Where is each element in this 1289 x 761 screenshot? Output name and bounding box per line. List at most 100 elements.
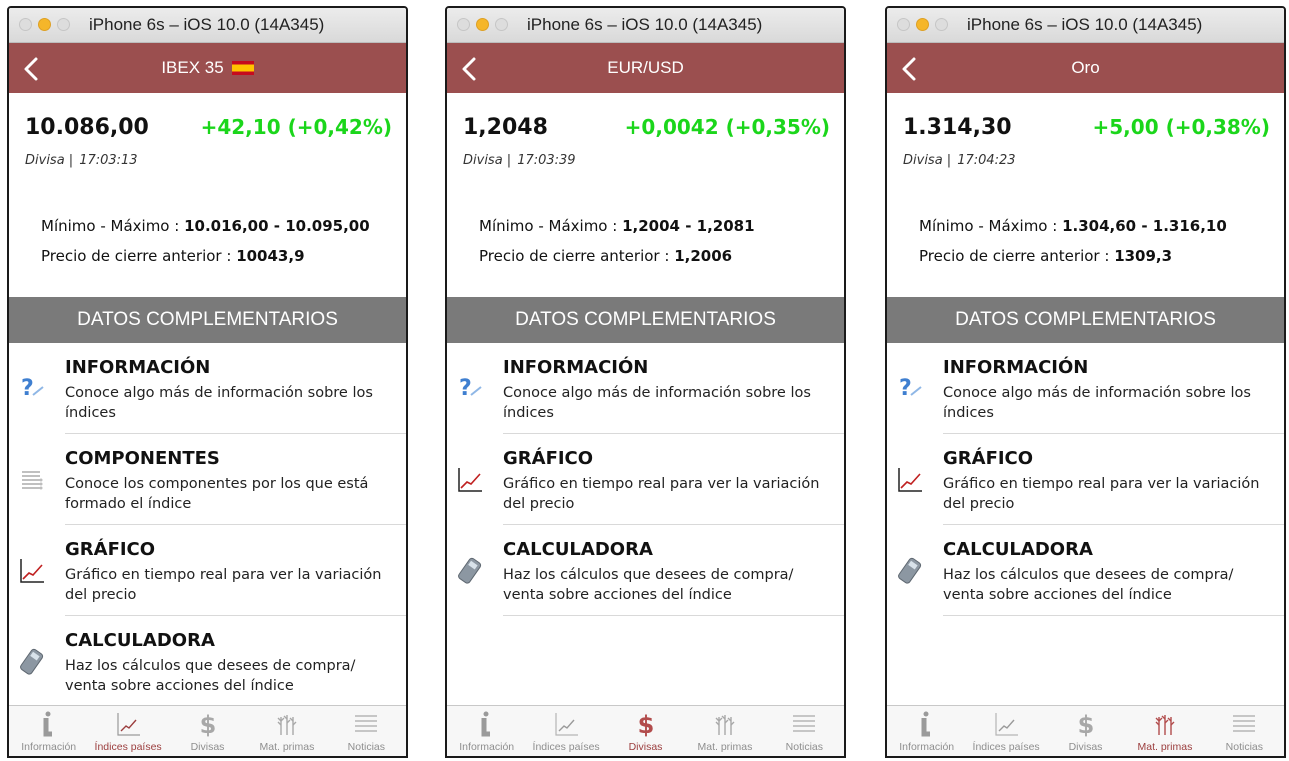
window-zoom-button[interactable] <box>935 18 948 31</box>
min-max-row: Mínimo - Máximo : 10.016,00 - 10.095,00 <box>41 217 370 235</box>
info-icon <box>481 711 490 737</box>
min-max-value: 10.016,00 - 10.095,00 <box>184 217 370 235</box>
list-item-desc: Haz los cálculos que desees de compra/ v… <box>65 658 356 694</box>
window-title: iPhone 6s – iOS 10.0 (14A345) <box>527 15 763 34</box>
previous-close-row: Precio de cierre anterior : 10043,9 <box>41 247 305 265</box>
calculator-icon <box>898 557 922 584</box>
min-max-label: Mínimo - Máximo : <box>919 217 1063 235</box>
tab-noticias[interactable]: Noticias <box>765 706 844 756</box>
tab-divisas[interactable]: $ Divisas <box>606 706 685 756</box>
price-value: 1.314,30 <box>903 115 1012 140</box>
window-minimize-button[interactable] <box>476 18 489 31</box>
previous-close-row: Precio de cierre anterior : 1309,3 <box>919 247 1172 265</box>
tab-label: Índices países <box>972 741 1040 753</box>
svg-text:$: $ <box>637 711 654 737</box>
min-max-label: Mínimo - Máximo : <box>41 217 185 235</box>
window-zoom-button[interactable] <box>57 18 70 31</box>
list-item-desc: Gráfico en tiempo real para ver la varia… <box>65 567 382 603</box>
window-close-button[interactable] <box>19 18 32 31</box>
question-icon: ? <box>459 376 482 401</box>
tab-indices-paises[interactable]: Índices países <box>966 706 1045 756</box>
svg-text:$: $ <box>1077 711 1094 737</box>
list-icon <box>22 471 43 490</box>
nav-bar: Oro <box>887 43 1284 93</box>
tab-indices-paises[interactable]: Índices países <box>526 706 605 756</box>
list-item-title: INFORMACIÓN <box>65 357 211 378</box>
list-item-informacion[interactable]: ? INFORMACIÓN Conoce algo más de informa… <box>887 343 1284 434</box>
tab-mat-primas[interactable]: Mat. primas <box>685 706 764 756</box>
tab-informacion[interactable]: Información <box>447 706 526 756</box>
list-item-desc: Conoce algo más de información sobre los… <box>65 385 373 421</box>
tab-noticias[interactable]: Noticias <box>327 706 406 756</box>
list-item-desc: Conoce los componentes por los que está … <box>65 476 369 512</box>
quote-time: 17:03:39 <box>517 153 576 168</box>
list-item-grafico[interactable]: GRÁFICO Gráfico en tiempo real para ver … <box>887 434 1284 525</box>
window-close-button[interactable] <box>897 18 910 31</box>
min-max-value: 1.304,60 - 1.316,10 <box>1062 217 1227 235</box>
tab-label: Mat. primas <box>697 741 753 753</box>
divider <box>943 615 1284 616</box>
divider <box>503 615 844 616</box>
window-zoom-button[interactable] <box>495 18 508 31</box>
window-titlebar: iPhone 6s – iOS 10.0 (14A345) <box>9 8 406 43</box>
list-item-componentes[interactable]: COMPONENTES Conoce los componentes por l… <box>9 434 406 525</box>
min-max-row: Mínimo - Máximo : 1.304,60 - 1.316,10 <box>919 217 1227 235</box>
section-header: DATOS COMPLEMENTARIOS <box>9 297 406 343</box>
spain-flag-icon <box>231 61 254 75</box>
list-item-desc: Conoce algo más de información sobre los… <box>503 385 811 421</box>
tab-noticias[interactable]: Noticias <box>1205 706 1284 756</box>
nav-title: IBEX 35 <box>9 43 406 93</box>
previous-close-label: Precio de cierre anterior : <box>919 247 1115 265</box>
list-item-calculadora[interactable]: CALCULADORA Haz los cálculos que desees … <box>447 525 844 616</box>
price-value: 10.086,00 <box>25 115 149 140</box>
list-item-calculadora[interactable]: CALCULADORA Haz los cálculos que desees … <box>887 525 1284 616</box>
list-item-grafico[interactable]: GRÁFICO Gráfico en tiempo real para ver … <box>9 525 406 616</box>
tab-indices-paises[interactable]: Índices países <box>88 706 167 756</box>
list-item-title: CALCULADORA <box>65 630 215 651</box>
list-icon <box>355 715 378 732</box>
window-minimize-button[interactable] <box>916 18 929 31</box>
previous-close-value: 1,2006 <box>674 247 733 265</box>
window-minimize-button[interactable] <box>38 18 51 31</box>
previous-close-value: 1309,3 <box>1114 247 1173 265</box>
tab-divisas[interactable]: $ Divisas <box>1046 706 1125 756</box>
tab-label: Información <box>21 741 77 753</box>
price-change: +0,0042 (+0,35%) <box>624 115 830 139</box>
list-item-title: GRÁFICO <box>65 539 156 560</box>
quote-panel: 10.086,00 +42,10 (+0,42%) Divisa | 17:03:… <box>9 93 406 297</box>
tab-informacion[interactable]: Información <box>887 706 966 756</box>
dollar-icon: $ <box>199 711 216 737</box>
tab-mat-primas[interactable]: Mat. primas <box>247 706 326 756</box>
window-close-button[interactable] <box>457 18 470 31</box>
tab-informacion[interactable]: Información <box>9 706 88 756</box>
price-value: 1,2048 <box>463 115 548 140</box>
window-title: iPhone 6s – iOS 10.0 (14A345) <box>89 15 325 34</box>
list-item-calculadora[interactable]: CALCULADORA Haz los cálculos que desees … <box>9 616 406 707</box>
previous-close-label: Precio de cierre anterior : <box>41 247 237 265</box>
list-item-grafico[interactable]: GRÁFICO Gráfico en tiempo real para ver … <box>447 434 844 525</box>
wheat-icon <box>277 715 297 735</box>
section-header: DATOS COMPLEMENTARIOS <box>887 297 1284 343</box>
chart-icon <box>995 713 1019 736</box>
quote-panel: 1,2048 +0,0042 (+0,35%) Divisa | 17:03:39… <box>447 93 844 297</box>
simulator-window-oro: iPhone 6s – iOS 10.0 (14A345) Oro 1.314,… <box>885 6 1286 758</box>
list-item-desc: Conoce algo más de información sobre los… <box>943 385 1251 421</box>
min-max-row: Mínimo - Máximo : 1,2004 - 1,2081 <box>479 217 755 235</box>
tab-label: Índices países <box>94 741 162 753</box>
list-item-informacion[interactable]: ? INFORMACIÓN Conoce algo más de informa… <box>9 343 406 434</box>
question-icon: ? <box>899 376 922 401</box>
tab-label: Divisas <box>628 741 663 753</box>
list-item-title: GRÁFICO <box>943 448 1034 469</box>
tab-mat-primas[interactable]: Mat. primas <box>1125 706 1204 756</box>
dollar-icon: $ <box>637 711 654 737</box>
window-title: iPhone 6s – iOS 10.0 (14A345) <box>967 15 1203 34</box>
quote-panel: 1.314,30 +5,00 (+0,38%) Divisa | 17:04:23… <box>887 93 1284 297</box>
list-item-desc: Haz los cálculos que desees de compra/ v… <box>943 567 1234 603</box>
quote-time: 17:04:23 <box>957 153 1016 168</box>
chart-icon <box>555 713 579 736</box>
simulator-window-ibex: iPhone 6s – iOS 10.0 (14A345) IBEX 35 10… <box>7 6 408 758</box>
list-item-title: GRÁFICO <box>503 448 594 469</box>
list-item-informacion[interactable]: ? INFORMACIÓN Conoce algo más de informa… <box>447 343 844 434</box>
tab-label: Información <box>899 741 955 753</box>
tab-divisas[interactable]: $ Divisas <box>168 706 247 756</box>
